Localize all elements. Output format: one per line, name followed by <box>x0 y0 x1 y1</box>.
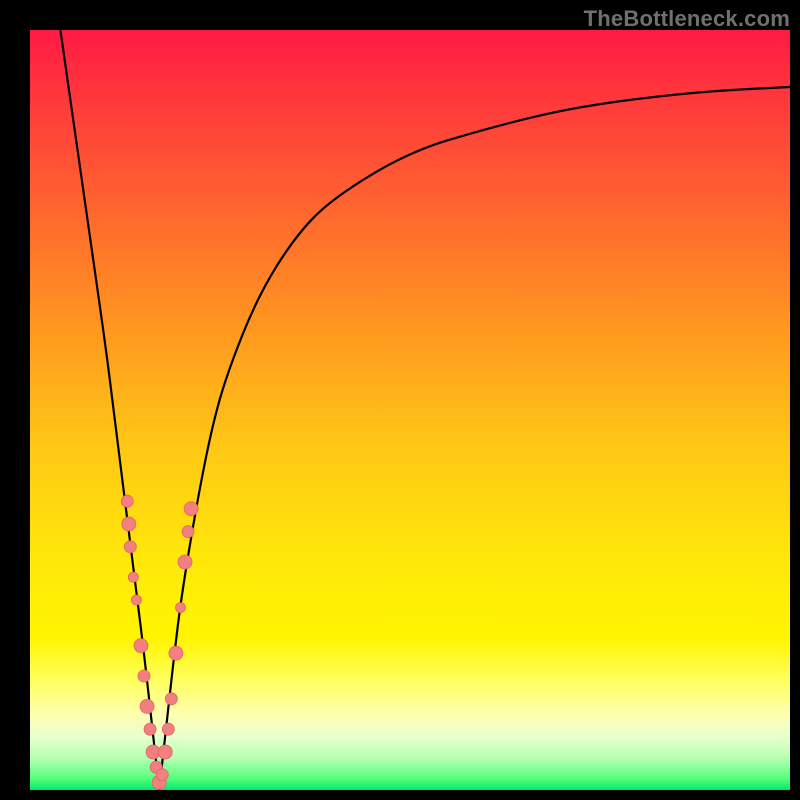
scatter-marker <box>169 646 183 660</box>
watermark-text: TheBottleneck.com <box>584 6 790 32</box>
scatter-marker <box>156 769 168 781</box>
scatter-marker <box>165 693 177 705</box>
chart-svg <box>30 30 790 790</box>
scatter-marker <box>124 541 136 553</box>
curve-right-branch <box>159 87 790 790</box>
scatter-marker <box>182 526 194 538</box>
scatter-marker <box>158 745 172 759</box>
scatter-marker <box>131 595 141 605</box>
scatter-marker <box>134 639 148 653</box>
scatter-marker <box>144 723 156 735</box>
plot-area <box>30 30 790 790</box>
scatter-marker <box>128 572 138 582</box>
scatter-marker <box>121 495 133 507</box>
scatter-marker <box>122 517 136 531</box>
scatter-marker <box>184 502 198 516</box>
scatter-marker <box>140 699 154 713</box>
scatter-markers <box>121 495 198 789</box>
scatter-marker <box>138 670 150 682</box>
chart-canvas: TheBottleneck.com <box>0 0 800 800</box>
scatter-marker <box>178 555 192 569</box>
scatter-marker <box>162 723 174 735</box>
scatter-marker <box>175 603 185 613</box>
